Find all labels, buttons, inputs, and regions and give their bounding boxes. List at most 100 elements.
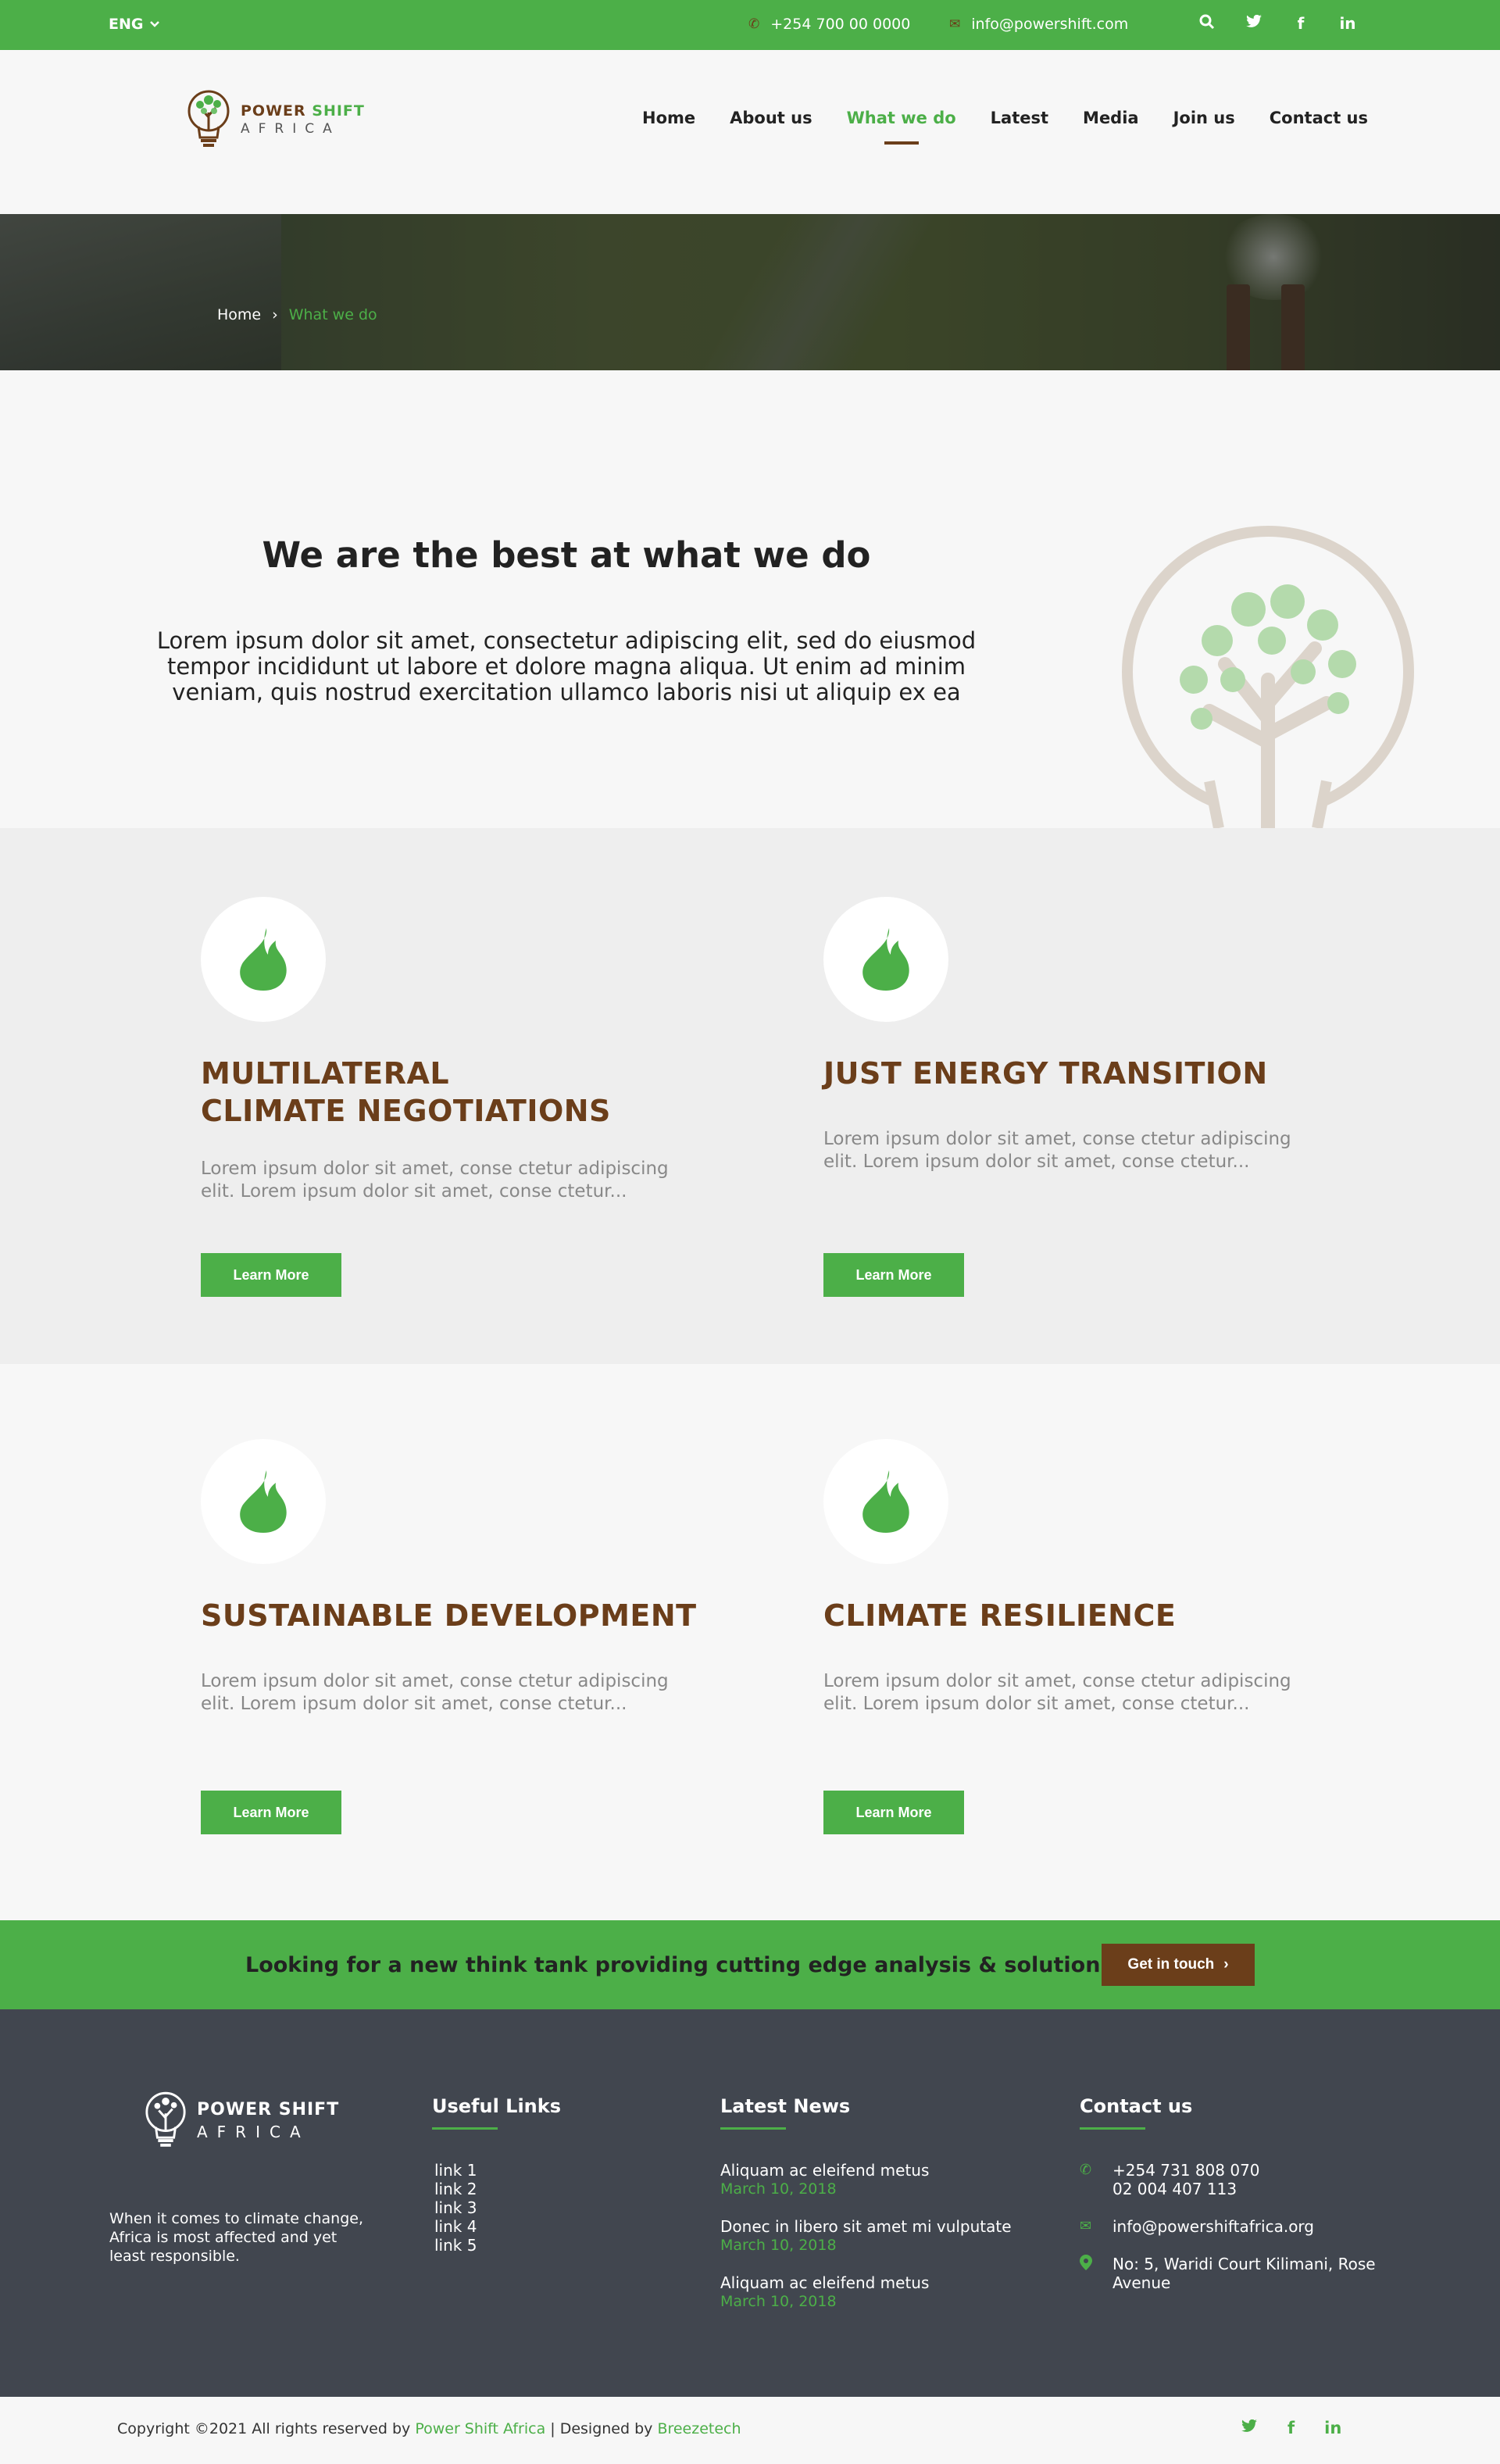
service-text: Lorem ipsum dolor sit amet, conse ctetur… [201,1159,669,1202]
phone-icon: ✆ [748,16,760,32]
hero-banner: Home › What we do [0,214,1500,370]
footer-link[interactable]: link 1 [434,2161,477,2180]
service-title: SUSTAINABLE DEVELOPMENT [201,1598,697,1633]
flame-icon [240,1470,287,1533]
topbar-icons: f in [1197,14,1358,34]
news-item[interactable]: Donec in libero sit amet mi vulputate Ma… [720,2217,1048,2255]
nav-join-us[interactable]: Join us [1173,109,1235,127]
breadcrumb: Home › What we do [217,306,377,323]
footer-link[interactable]: link 2 [434,2180,477,2198]
nav-what-we-do[interactable]: What we do [847,109,956,127]
footer-link[interactable]: link 5 [434,2236,477,2255]
service-icon-circle [823,1439,948,1564]
flame-icon [240,928,287,991]
footer-link[interactable]: link 3 [434,2198,477,2217]
top-bar: ENG ✆ +254 700 00 0000 ✉ info@powershift… [0,0,1500,50]
news-title: Aliquam ac eleifend metus [720,2161,930,2180]
bottom-social-icons: f in [1241,2419,1341,2437]
copyright: Copyright ©2021 All rights reserved by P… [117,2420,741,2437]
services-section-2: SUSTAINABLE DEVELOPMENT Lorem ipsum dolo… [0,1364,1500,1920]
lightbulb-tree-illustration-icon [1122,526,1414,828]
service-title: MULTILATERAL CLIMATE NEGOTIATIONS [201,1056,611,1128]
hero-overlay [0,214,1500,370]
service-card: SUSTAINABLE DEVELOPMENT Lorem ipsum dolo… [201,1439,696,1834]
chevron-right-icon: › [1223,1956,1229,1973]
contact-phone-1: +254 731 808 070 [1112,2161,1260,2180]
service-card: CLIMATE RESILIENCE Lorem ipsum dolor sit… [823,1439,1291,1834]
footer-logo-subname: AFRICA [197,2122,310,2141]
twitter-icon[interactable] [1244,14,1264,34]
service-card: MULTILATERAL CLIMATE NEGOTIATIONS Lorem … [201,897,669,1297]
topbar-phone[interactable]: ✆ +254 700 00 0000 [748,16,910,33]
designed-by-text: | Designed by [545,2420,658,2437]
linkedin-icon[interactable]: in [1338,14,1358,34]
news-title: Donec in libero sit amet mi vulputate [720,2217,1012,2236]
footer-logo[interactable]: POWER SHIFT AFRICA [144,2091,339,2150]
contact-phone[interactable]: ✆ +254 731 808 070 02 004 407 113 [1080,2161,1392,2198]
breadcrumb-current: What we do [288,306,377,323]
chevron-down-icon [150,21,160,27]
main-nav: Home About us What we do Latest Media Jo… [642,109,1368,127]
useful-links-heading: Useful Links [432,2095,562,2130]
facebook-icon[interactable]: f [1291,14,1311,34]
twitter-icon[interactable] [1241,2419,1258,2437]
news-date: March 10, 2018 [720,2237,837,2254]
news-item[interactable]: Aliquam ac eleifend metus March 10, 2018 [720,2273,1048,2311]
logo-name: POWER SHIFT [241,102,365,120]
contact-address: No: 5, Waridi Court Kilimani, Rose Avenu… [1080,2255,1392,2292]
nav-latest[interactable]: Latest [991,109,1048,127]
nav-about-us[interactable]: About us [730,109,812,127]
contact-email[interactable]: ✉ info@powershiftafrica.org [1080,2217,1392,2236]
learn-more-button[interactable]: Learn More [823,1791,964,1834]
search-icon[interactable] [1197,14,1217,34]
lightbulb-tree-logo-icon [188,90,230,147]
lightbulb-tree-logo-icon [145,2091,186,2147]
breadcrumb-separator: › [272,306,278,323]
language-selector[interactable]: ENG [109,16,160,33]
footer-tagline: When it comes to climate change, Africa … [109,2210,363,2265]
language-label: ENG [109,16,144,33]
service-icon-circle [823,897,948,1022]
intro-text: Lorem ipsum dolor sit amet, consectetur … [156,627,977,705]
topbar-email[interactable]: ✉ info@powershift.com [949,16,1128,33]
news-item[interactable]: Aliquam ac eleifend metus March 10, 2018 [720,2161,1048,2198]
contact-phone-2: 02 004 407 113 [1112,2180,1238,2198]
footer-logo-name: POWER SHIFT [197,2099,340,2119]
phone-icon: ✆ [1080,2162,1092,2178]
services-section-1: MULTILATERAL CLIMATE NEGOTIATIONS Lorem … [0,828,1500,1364]
copyright-text: Copyright ©2021 All rights reserved by [117,2420,416,2437]
breadcrumb-home[interactable]: Home [217,306,261,323]
news-title: Aliquam ac eleifend metus [720,2273,930,2292]
learn-more-button[interactable]: Learn More [201,1253,341,1297]
site-footer: POWER SHIFT AFRICA When it comes to clim… [0,2009,1500,2397]
latest-news-heading: Latest News [720,2095,851,2130]
logo-subname: AFRICA [241,121,341,137]
contact-email-text: info@powershiftafrica.org [1112,2217,1314,2236]
flame-icon [862,928,909,991]
nav-home[interactable]: Home [642,109,695,127]
learn-more-button[interactable]: Learn More [201,1791,341,1834]
news-date: March 10, 2018 [720,2180,837,2198]
company-link[interactable]: Power Shift Africa [415,2420,545,2437]
nav-contact-us[interactable]: Contact us [1270,109,1368,127]
service-title: JUST ENERGY TRANSITION [823,1056,1268,1091]
cta-text: Looking for a new think tank providing c… [245,1953,1120,1977]
footer-link[interactable]: link 4 [434,2217,477,2236]
bottom-bar: Copyright ©2021 All rights reserved by P… [0,2397,1500,2464]
topbar-phone-text: +254 700 00 0000 [770,16,911,33]
useful-links-list: link 1 link 2 link 3 link 4 link 5 [434,2161,477,2255]
nav-media[interactable]: Media [1083,109,1139,127]
mail-icon: ✉ [949,16,961,32]
facebook-icon[interactable]: f [1288,2419,1295,2437]
service-icon-circle [201,897,326,1022]
site-logo[interactable]: POWER SHIFT AFRICA [186,89,365,150]
flame-icon [862,1470,909,1533]
contact-list: ✆ +254 731 808 070 02 004 407 113 ✉ info… [1080,2161,1392,2311]
service-text: Lorem ipsum dolor sit amet, conse ctetur… [201,1671,669,1714]
get-in-touch-label: Get in touch [1127,1956,1215,1973]
designer-link[interactable]: Breezetech [657,2420,741,2437]
linkedin-icon[interactable]: in [1324,2419,1341,2437]
get-in-touch-button[interactable]: Get in touch › [1102,1944,1255,1986]
cta-banner: Looking for a new think tank providing c… [0,1920,1500,2009]
learn-more-button[interactable]: Learn More [823,1253,964,1297]
